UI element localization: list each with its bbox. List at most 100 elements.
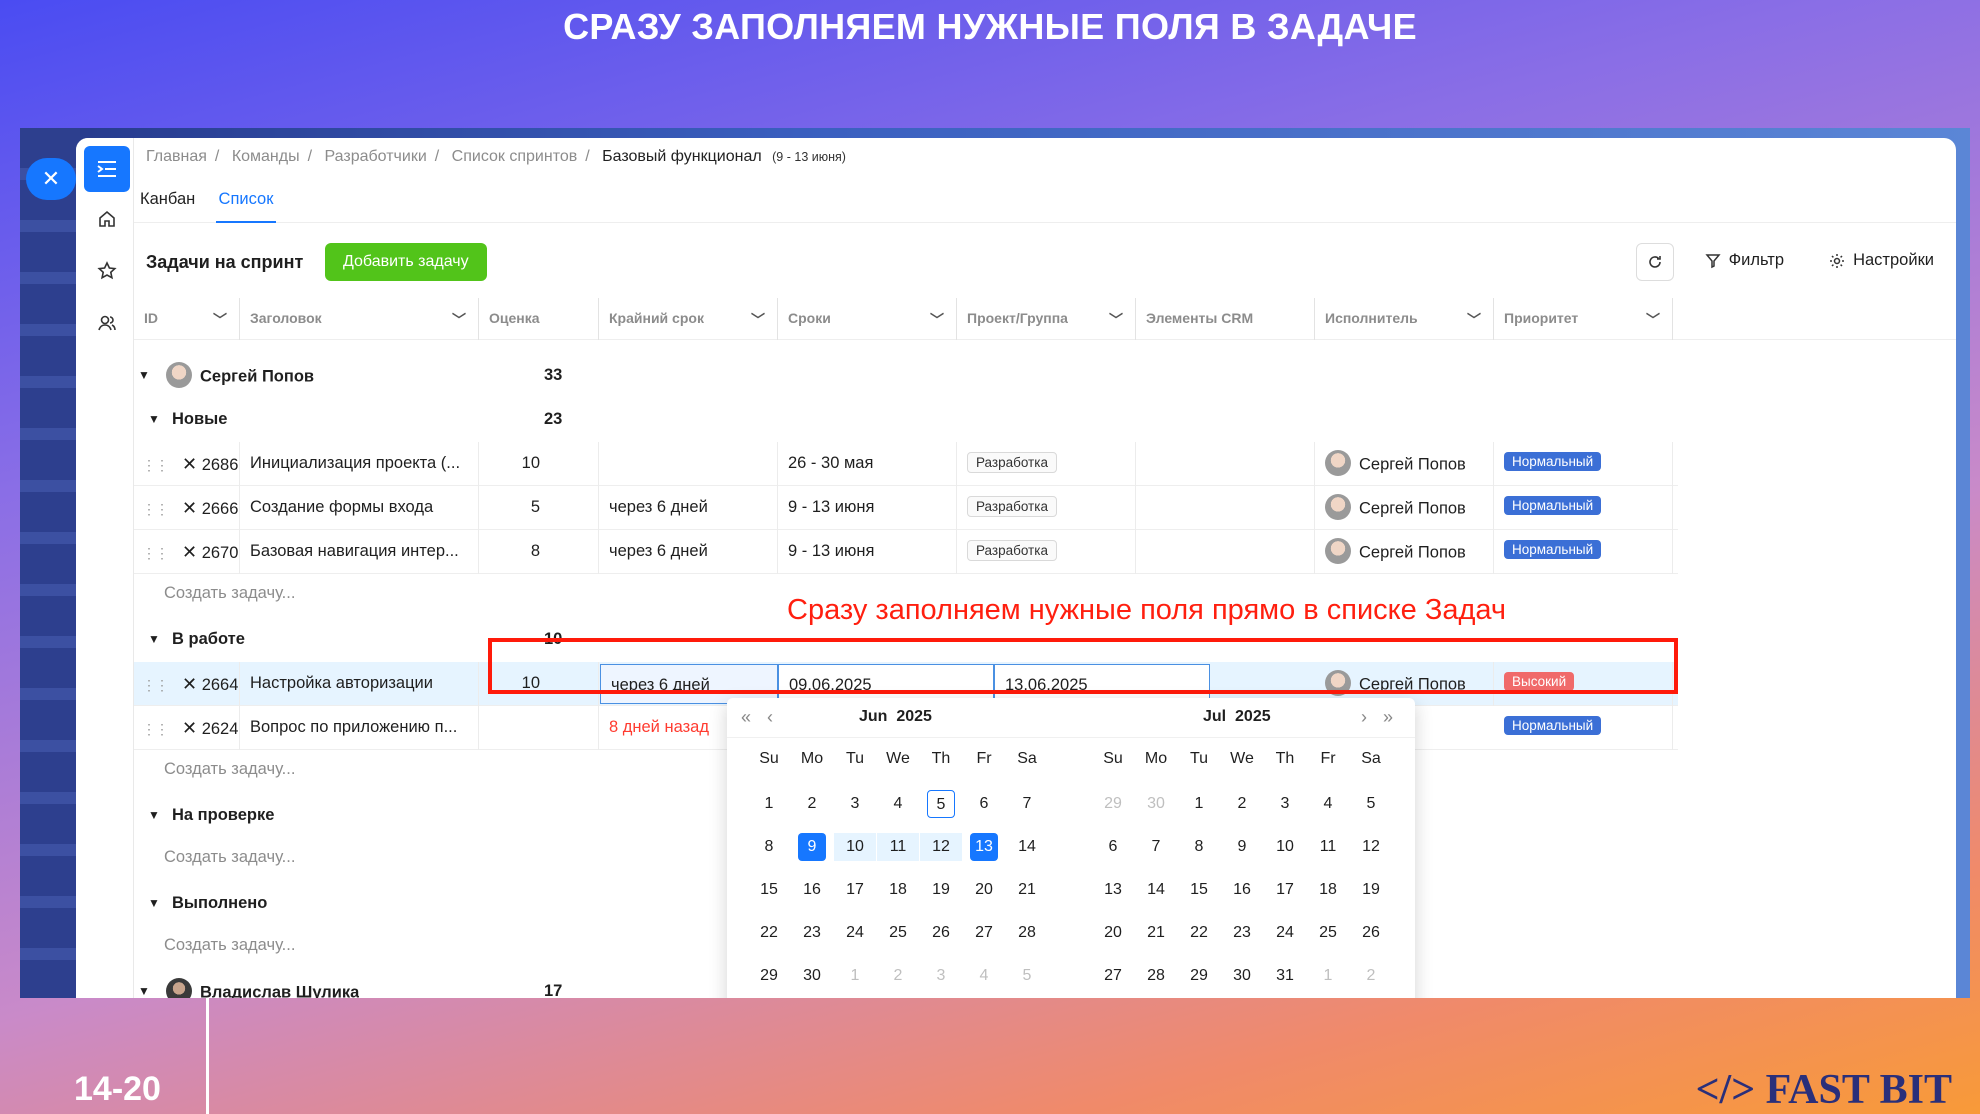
calendar-day[interactable]: 17 [1271, 876, 1299, 904]
refresh-icon[interactable] [1636, 243, 1674, 281]
calendar-day[interactable]: 14 [1142, 876, 1170, 904]
calendar-day[interactable]: 8 [1185, 833, 1213, 861]
calendar-day[interactable]: 24 [1271, 919, 1299, 947]
caret-down-icon[interactable]: ▼ [148, 896, 160, 910]
calendar-day[interactable]: 22 [1185, 919, 1213, 947]
calendar-day[interactable]: 25 [1314, 919, 1342, 947]
calendar-day[interactable]: 26 [927, 919, 955, 947]
calendar-day[interactable]: 9 [1228, 833, 1256, 861]
caret-down-icon[interactable]: ▼ [148, 412, 160, 426]
calendar-day[interactable]: 30 [1228, 962, 1256, 990]
calendar-day[interactable]: 29 [755, 962, 783, 990]
calendar-day[interactable]: 23 [798, 919, 826, 947]
task-score[interactable]: 5 [479, 486, 599, 530]
calendar-day[interactable]: 7 [1013, 790, 1041, 818]
calendar-day[interactable]: 27 [970, 919, 998, 947]
col-score[interactable]: Оценка [479, 298, 599, 340]
drag-handle-icon[interactable]: ⋮⋮ [142, 677, 169, 693]
breadcrumb-sprints[interactable]: Список спринтов [452, 148, 578, 165]
task-score[interactable] [479, 706, 599, 750]
caret-down-icon[interactable]: ▼ [138, 368, 150, 382]
calendar-day[interactable]: 29 [1099, 790, 1127, 818]
calendar-day[interactable]: 5 [1357, 790, 1385, 818]
calendar-day[interactable]: 3 [1271, 790, 1299, 818]
calendar-day[interactable]: 7 [1142, 833, 1170, 861]
col-project[interactable]: Проект/Группа ﹀ [957, 298, 1136, 340]
close-icon[interactable]: ✕ [182, 674, 197, 694]
task-title[interactable]: Инициализация проекта (... [240, 442, 479, 486]
calendar-day[interactable]: 23 [1228, 919, 1256, 947]
prev-month-icon[interactable]: ‹ [767, 707, 773, 728]
create-task-link[interactable]: Создать задачу... [164, 936, 295, 955]
calendar-day[interactable]: 4 [970, 962, 998, 990]
close-icon[interactable]: ✕ [182, 498, 197, 518]
task-dates[interactable]: 9 - 13 июня [778, 530, 957, 574]
close-icon[interactable]: ✕ [182, 718, 197, 738]
tab-list[interactable]: Список [216, 190, 276, 223]
calendar-day[interactable]: 24 [841, 919, 869, 947]
calendar-day[interactable]: 1 [755, 790, 783, 818]
task-title[interactable]: Базовая навигация интер... [240, 530, 479, 574]
col-id[interactable]: ID ﹀ [134, 298, 240, 340]
close-icon[interactable]: ✕ [182, 454, 197, 474]
task-deadline[interactable] [599, 442, 778, 486]
breadcrumb-teams[interactable]: Команды [232, 148, 300, 165]
calendar-day[interactable]: 4 [1314, 790, 1342, 818]
calendar-day[interactable]: 26 [1357, 919, 1385, 947]
home-icon[interactable] [84, 196, 130, 242]
calendar-day[interactable]: 13 [1099, 876, 1127, 904]
task-deadline[interactable]: через 6 дней [599, 530, 778, 574]
calendar-day[interactable]: 11 [877, 833, 919, 861]
calendar-day[interactable]: 13 [970, 833, 998, 861]
tab-kanban[interactable]: Канбан [140, 190, 195, 223]
caret-down-icon[interactable]: ▼ [148, 808, 160, 822]
task-crm[interactable] [1136, 486, 1315, 530]
task-title[interactable]: Настройка авторизации [240, 662, 479, 706]
col-deadline[interactable]: Крайний срок ﹀ [599, 298, 778, 340]
users-icon[interactable] [84, 300, 130, 346]
settings-button[interactable]: Настройки [1829, 251, 1934, 270]
next-month-icon[interactable]: › [1361, 707, 1367, 728]
close-icon[interactable]: ✕ [182, 542, 197, 562]
task-dates[interactable]: 9 - 13 июня [778, 486, 957, 530]
prev-year-icon[interactable]: « [741, 707, 751, 728]
calendar-day[interactable]: 30 [798, 962, 826, 990]
drag-handle-icon[interactable]: ⋮⋮ [142, 501, 169, 517]
task-deadline[interactable]: через 6 дней [599, 486, 778, 530]
task-title[interactable]: Вопрос по приложению п... [240, 706, 479, 750]
caret-down-icon[interactable]: ▼ [138, 984, 150, 998]
calendar-day[interactable]: 6 [1099, 833, 1127, 861]
calendar-day[interactable]: 10 [834, 833, 876, 861]
task-score[interactable]: 10 [479, 442, 599, 486]
group-row-status[interactable]: ▼ Новые 23 [134, 398, 1678, 442]
calendar-day[interactable]: 14 [1013, 833, 1041, 861]
calendar-day[interactable]: 3 [841, 790, 869, 818]
calendar-day[interactable]: 3 [927, 962, 955, 990]
task-crm[interactable] [1136, 530, 1315, 574]
calendar-day[interactable]: 16 [1228, 876, 1256, 904]
calendar-day[interactable]: 5 [1013, 962, 1041, 990]
calendar-day[interactable]: 28 [1142, 962, 1170, 990]
close-icon[interactable]: ✕ [26, 158, 76, 200]
calendar-day[interactable]: 21 [1013, 876, 1041, 904]
drag-handle-icon[interactable]: ⋮⋮ [142, 721, 169, 737]
calendar-day[interactable]: 1 [841, 962, 869, 990]
calendar-day[interactable]: 2 [884, 962, 912, 990]
calendar-day[interactable]: 4 [884, 790, 912, 818]
calendar-day[interactable]: 28 [1013, 919, 1041, 947]
calendar-day[interactable]: 30 [1142, 790, 1170, 818]
calendar-day[interactable]: 19 [1357, 876, 1385, 904]
star-icon[interactable] [84, 248, 130, 294]
calendar-day[interactable]: 15 [755, 876, 783, 904]
calendar-day[interactable]: 25 [884, 919, 912, 947]
task-score[interactable]: 8 [479, 530, 599, 574]
calendar-day[interactable]: 11 [1314, 833, 1342, 861]
create-task-link[interactable]: Создать задачу... [164, 848, 295, 867]
calendar-day[interactable]: 21 [1142, 919, 1170, 947]
add-task-button[interactable]: Добавить задачу [325, 243, 487, 281]
calendar-day[interactable]: 12 [920, 833, 962, 861]
col-dates[interactable]: Сроки ﹀ [778, 298, 957, 340]
drag-handle-icon[interactable]: ⋮⋮ [142, 457, 169, 473]
calendar-day[interactable]: 27 [1099, 962, 1127, 990]
calendar-day[interactable]: 8 [755, 833, 783, 861]
